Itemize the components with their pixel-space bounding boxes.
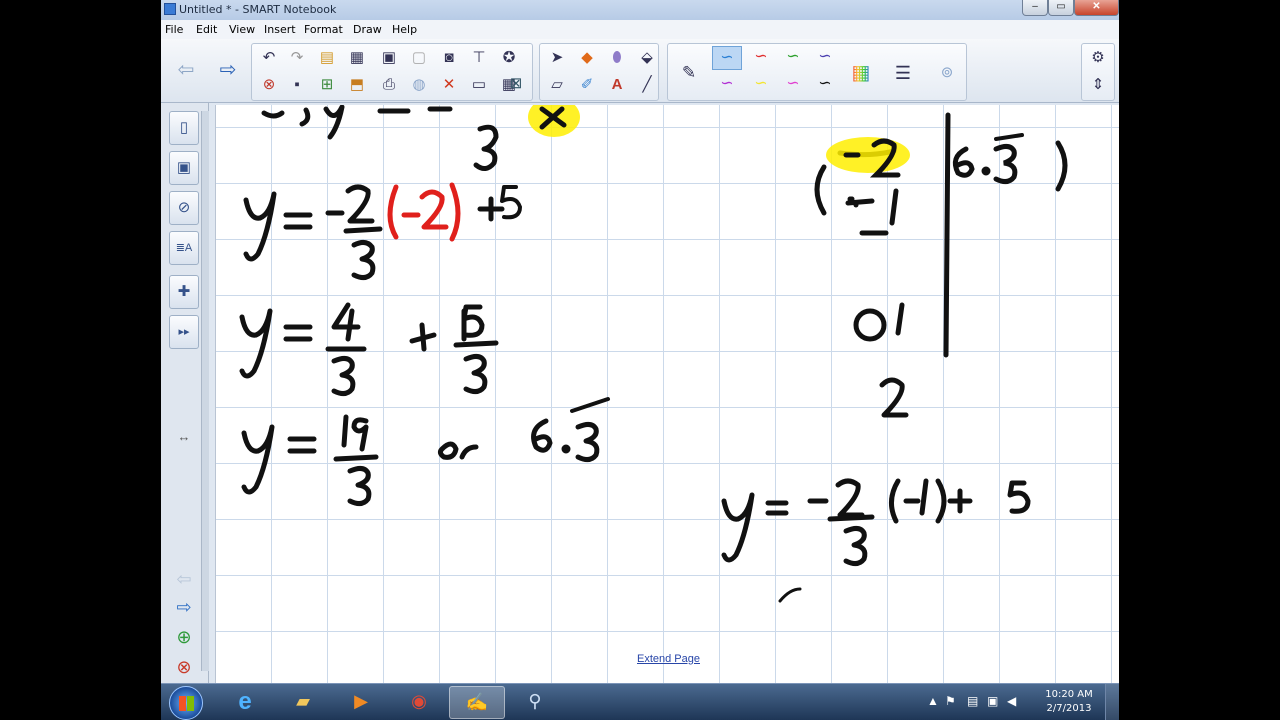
pen-black-dashed[interactable]: ∽ xyxy=(810,73,840,97)
sidebar-next-page-icon[interactable]: ⇨ xyxy=(169,597,199,621)
volume-icon[interactable]: ◀ xyxy=(1007,694,1016,708)
screen-capture-icon[interactable]: ▣ xyxy=(378,47,400,69)
color-palette-icon[interactable]: ▦ xyxy=(850,62,872,84)
next-page-icon[interactable]: ⇨ xyxy=(217,59,239,81)
delete-page-icon[interactable]: ⊗ xyxy=(258,74,280,96)
menu-edit[interactable]: Edit xyxy=(196,23,217,36)
properties-tab[interactable]: ≣A xyxy=(169,231,199,265)
pen-green[interactable]: ∽ xyxy=(778,46,808,70)
fill-icon[interactable]: ⬙ xyxy=(636,47,658,69)
gear-icon[interactable]: ⚙ xyxy=(1087,47,1109,69)
minimize-button[interactable]: – xyxy=(1022,0,1048,16)
line-tool-icon[interactable]: ╱ xyxy=(636,74,658,96)
action-center-icon[interactable]: ⚑ xyxy=(945,694,956,708)
attachments-tab[interactable]: ⊘ xyxy=(169,191,199,225)
sidebar-previous-page-icon[interactable]: ⇦ xyxy=(169,569,199,593)
save-icon[interactable]: ▪ xyxy=(286,74,308,96)
network-icon[interactable]: ▤ xyxy=(967,694,978,708)
undo-icon[interactable]: ↶ xyxy=(258,47,280,69)
clock[interactable]: 10:20 AM 2/7/2013 xyxy=(1039,688,1099,716)
drawing-tools-group: ➤ ◆ ⬮ ⬙ ▱ ✐ A ╱ xyxy=(539,43,659,101)
shapes-icon[interactable]: ◆ xyxy=(576,47,598,69)
pen-purple[interactable]: ∽ xyxy=(810,46,840,70)
show-desktop-button[interactable] xyxy=(1105,684,1119,720)
file-explorer-icon[interactable]: ▰ xyxy=(275,686,331,719)
file-tools-group: ↶ ↷ ▤ ▦ ▣ ▢ ◙ ⊤ ✪ ⊗ ▪ ⊞ ⬒ ⎙ ◍ ✕ ▭ ▦ xyxy=(251,43,533,101)
menu-format[interactable]: Format xyxy=(304,23,343,36)
add-page-icon[interactable]: ⊞ xyxy=(316,74,338,96)
print-icon[interactable]: ⎙ xyxy=(378,74,400,96)
sidebar-expand-tab[interactable]: ▸▸ xyxy=(169,315,199,349)
close-screen-icon[interactable]: ⊠ xyxy=(505,73,527,95)
menu-file[interactable]: File xyxy=(165,23,183,36)
smart-notebook-window: Untitled * - SMART Notebook – ▭ ✕ File E… xyxy=(161,0,1119,683)
title-bar: Untitled * - SMART Notebook – ▭ ✕ xyxy=(161,0,1119,20)
clock-time: 10:20 AM xyxy=(1045,689,1093,700)
pen-pink[interactable]: ∽ xyxy=(778,73,808,97)
clock-date: 2/7/2013 xyxy=(1046,703,1092,714)
system-tray: ▲ ⚑ ▤ ▣ ◀ 10:20 AM 2/7/2013 xyxy=(923,684,1119,720)
maximize-button[interactable]: ▭ xyxy=(1048,0,1074,16)
document-camera-taskbar-icon[interactable]: ⚲ xyxy=(507,686,563,719)
handwritten-work xyxy=(239,105,1068,603)
resize-sidebar-icon[interactable]: ↔ xyxy=(169,429,199,453)
share-icon[interactable]: ◍ xyxy=(408,74,430,96)
internet-explorer-icon[interactable]: e xyxy=(217,686,273,719)
blank-page-icon[interactable]: ▢ xyxy=(408,47,430,69)
side-bar: ▯ ▣ ⊘ ≣A ✚ ▸▸ ↔ ⇦ ⇨ ⊕ ⊗ xyxy=(161,103,209,683)
start-button[interactable] xyxy=(169,686,203,720)
effects-icon[interactable]: ⊚ xyxy=(936,62,958,84)
page-sorter-tab[interactable]: ▯ xyxy=(169,111,199,145)
media-player-icon[interactable]: ▶ xyxy=(333,686,389,719)
menu-draw[interactable]: Draw xyxy=(353,23,382,36)
toolbar: ⇦ ⇨ ↶ ↷ ▤ ▦ ▣ ▢ ◙ ⊤ ✪ ⊗ ▪ ⊞ ⬒ ⎙ ◍ ✕ ▭ ▦ … xyxy=(161,39,1119,103)
pen-yellow[interactable]: ∽ xyxy=(746,73,776,97)
extend-page-link[interactable]: Extend Page xyxy=(637,653,700,665)
pen-blue-selected[interactable]: ∽ xyxy=(712,46,742,70)
remote-desktop-icon[interactable]: ▣ xyxy=(987,694,998,708)
sidebar-delete-page-icon[interactable]: ⊗ xyxy=(169,657,199,681)
menu-help[interactable]: Help xyxy=(392,23,417,36)
window-title: Untitled * - SMART Notebook xyxy=(179,3,337,16)
previous-page-icon[interactable]: ⇦ xyxy=(175,59,197,81)
import-icon[interactable]: ⬒ xyxy=(346,74,368,96)
line-style-icon[interactable]: ☰ xyxy=(892,62,914,84)
open-folder-icon[interactable]: ▤ xyxy=(316,47,338,69)
sidebar-add-page-icon[interactable]: ⊕ xyxy=(169,627,199,651)
pen-properties-group: ✎ ∽ ∽ ∽ ∽ ∽ ∽ ∽ ∽ ▦ ☰ ⊚ xyxy=(667,43,967,101)
tray-expand-icon[interactable]: ▲ xyxy=(927,694,939,708)
whiteboard-canvas[interactable]: Extend Page xyxy=(215,105,1119,683)
pen-magenta[interactable]: ∽ xyxy=(712,73,742,97)
chrome-icon[interactable]: ◉ xyxy=(391,686,447,719)
menu-insert[interactable]: Insert xyxy=(264,23,296,36)
redo-icon[interactable]: ↷ xyxy=(286,47,308,69)
smart-notebook-taskbar-icon[interactable]: ✍ xyxy=(449,686,505,719)
app-icon xyxy=(164,3,176,15)
screen-shade-icon[interactable]: ⊤ xyxy=(468,47,490,69)
pen-red[interactable]: ∽ xyxy=(746,46,776,70)
sidebar-splitter[interactable] xyxy=(201,111,209,671)
addons-tab[interactable]: ✚ xyxy=(169,275,199,309)
pen-tool-icon[interactable]: ✎ xyxy=(678,62,700,84)
delete-icon[interactable]: ✕ xyxy=(438,74,460,96)
toolbar-settings-group: ⚙ ⇕ xyxy=(1081,43,1115,101)
line-eraser-icon[interactable]: ▱ xyxy=(546,74,568,96)
menu-view[interactable]: View xyxy=(229,23,255,36)
full-screen-icon[interactable]: ▭ xyxy=(468,74,490,96)
eraser-icon[interactable]: ⬮ xyxy=(606,47,628,69)
gallery-tab[interactable]: ▣ xyxy=(169,151,199,185)
windows-taskbar: e ▰ ▶ ◉ ✍ ⚲ ▲ ⚑ ▤ ▣ ◀ 10:20 AM 2/7/2013 xyxy=(161,683,1119,720)
close-button[interactable]: ✕ xyxy=(1074,0,1119,16)
menu-bar: File Edit View Insert Format Draw Help xyxy=(161,20,1119,39)
paste-icon[interactable]: ▦ xyxy=(346,47,368,69)
pens-icon[interactable]: ✐ xyxy=(576,74,598,96)
select-arrow-icon[interactable]: ➤ xyxy=(546,47,568,69)
move-toolbar-icon[interactable]: ⇕ xyxy=(1087,74,1109,96)
text-tool-icon[interactable]: A xyxy=(606,74,628,96)
document-camera-icon[interactable]: ◙ xyxy=(438,47,460,69)
magic-pen-tool-icon[interactable]: ✪ xyxy=(498,47,520,69)
